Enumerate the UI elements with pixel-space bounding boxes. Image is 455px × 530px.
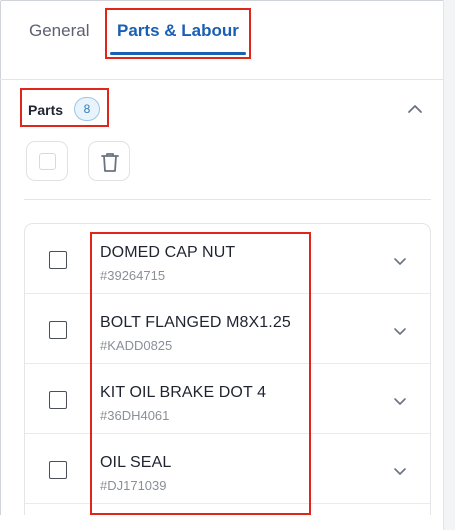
select-all-button[interactable] [26, 141, 68, 181]
row-checkbox[interactable] [49, 321, 67, 339]
highlight-box-part-names [90, 232, 311, 515]
row-checkbox[interactable] [49, 461, 67, 479]
scroll-gutter[interactable] [443, 0, 455, 530]
section-divider [24, 199, 431, 200]
highlight-box-parts-header [20, 88, 109, 127]
chevron-up-icon[interactable] [405, 99, 425, 119]
delete-button[interactable] [88, 141, 130, 181]
chevron-down-icon[interactable] [393, 396, 407, 406]
bottom-edge [0, 515, 443, 530]
chevron-down-icon[interactable] [393, 326, 407, 336]
highlight-box-tabs [105, 8, 251, 59]
row-checkbox[interactable] [49, 251, 67, 269]
row-checkbox[interactable] [49, 391, 67, 409]
chevron-down-icon[interactable] [393, 466, 407, 476]
chevron-down-icon[interactable] [393, 256, 407, 266]
trash-icon [101, 153, 119, 172]
tab-general[interactable]: General [29, 20, 89, 42]
checkbox-icon [39, 153, 56, 170]
